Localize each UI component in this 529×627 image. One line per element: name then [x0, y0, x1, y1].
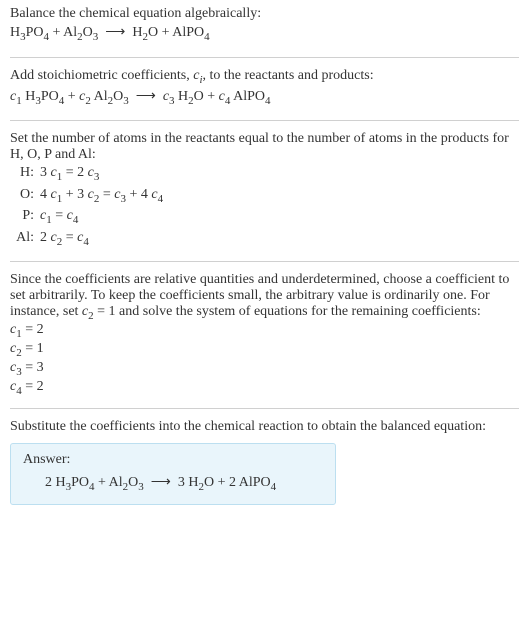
problem-intro: Balance the chemical equation algebraica…: [10, 6, 519, 22]
section-atom-balance: Set the number of atoms in the reactants…: [10, 131, 519, 261]
atom-balance-text: Set the number of atoms in the reactants…: [10, 131, 519, 163]
atom-eq-h: 3 c1 = 2 c3: [40, 164, 519, 185]
balanced-equation: 2 H3PO4 + Al2O3 ⟶ 3 H2O + 2 AlPO4: [23, 474, 323, 493]
section-stoichiometric: Add stoichiometric coefficients, ci, to …: [10, 68, 519, 122]
substitute-text: Substitute the coefficients into the che…: [10, 419, 519, 435]
unbalanced-equation: H3PO4 + Al2O3 ⟶ H2O + AlPO4: [10, 24, 519, 43]
atom-eq-o: 4 c1 + 3 c2 = c3 + 4 c4: [40, 186, 519, 207]
coef-c3: c3 = 3: [10, 360, 519, 378]
coef-equation: c1 H3PO4 + c2 Al2O3 ⟶ c3 H2O + c4 AlPO4: [10, 88, 519, 107]
atom-row-h: H: 3 c1 = 2 c3 3 c₁ = 2 c₃: [10, 164, 519, 185]
section-substitute: Substitute the coefficients into the che…: [10, 419, 519, 516]
stoichiometric-text: Add stoichiometric coefficients, ci, to …: [10, 68, 519, 86]
answer-box: Answer: 2 H3PO4 + Al2O3 ⟶ 3 H2O + 2 AlPO…: [10, 443, 336, 506]
atom-row-o: O: 4 c1 + 3 c2 = c3 + 4 c4 4 c₁ + 3 c₂ =…: [10, 186, 519, 207]
section-problem: Balance the chemical equation algebraica…: [10, 6, 519, 58]
atom-eq-al: 2 c2 = c4: [40, 229, 519, 250]
atom-row-p: P: c1 = c4 c₁ = c₄: [10, 207, 519, 228]
solve-text: Since the coefficients are relative quan…: [10, 272, 519, 322]
coef-c1: c1 = 2: [10, 322, 519, 340]
atom-label-o: O:: [10, 186, 40, 207]
atom-label-al: Al:: [10, 229, 40, 250]
coef-c2: c2 = 1: [10, 341, 519, 359]
coef-c4: c4 = 2: [10, 379, 519, 397]
atom-label-p: P:: [10, 207, 40, 228]
atom-label-h: H:: [10, 164, 40, 185]
atom-row-al: Al: 2 c2 = c4 2 c₂ = c₄: [10, 229, 519, 250]
atom-eq-p: c1 = c4: [40, 207, 519, 228]
section-solve: Since the coefficients are relative quan…: [10, 272, 519, 409]
answer-title: Answer:: [23, 452, 323, 468]
